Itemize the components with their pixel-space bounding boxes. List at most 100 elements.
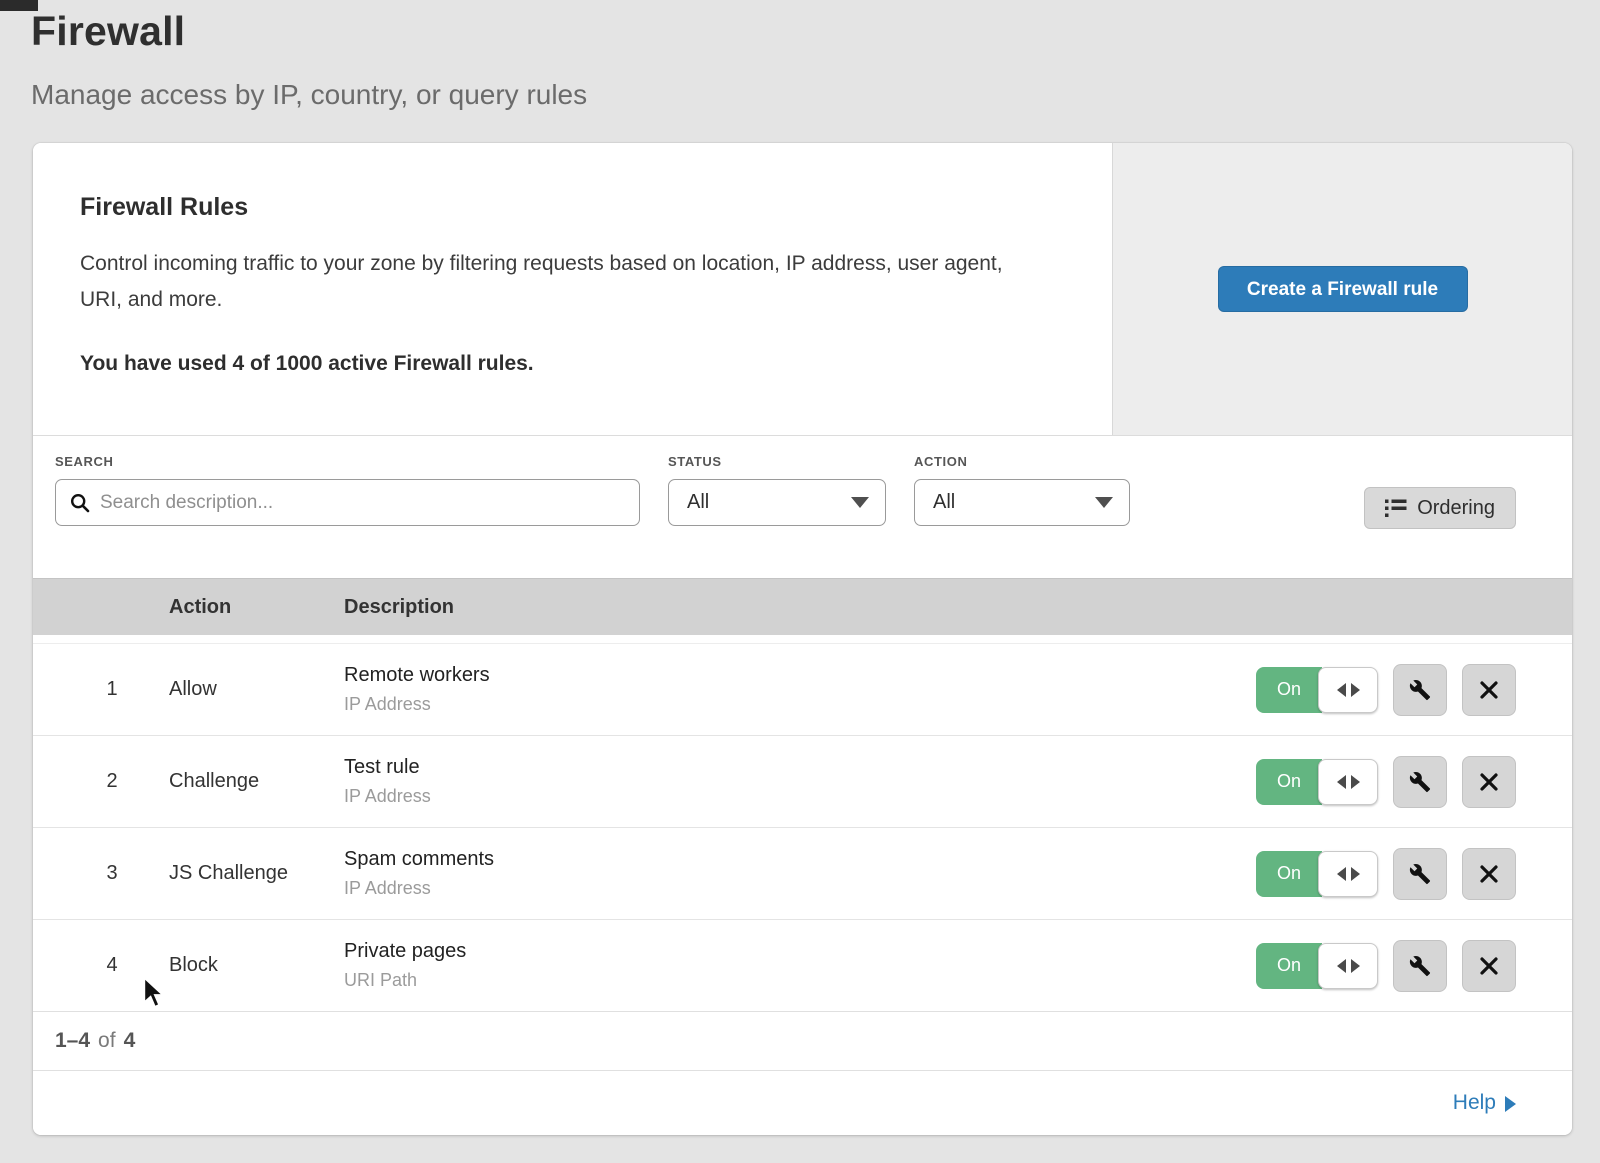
edit-rule-button[interactable] bbox=[1393, 848, 1447, 900]
toggle-knob[interactable] bbox=[1318, 759, 1378, 805]
rule-enabled-toggle[interactable]: On bbox=[1256, 759, 1378, 805]
arrow-left-icon bbox=[1337, 683, 1346, 697]
pagination-of-label: of bbox=[98, 1029, 116, 1053]
close-icon bbox=[1479, 956, 1499, 976]
chevron-down-icon bbox=[1095, 497, 1113, 508]
pagination-range: 1–4 bbox=[55, 1029, 90, 1053]
search-input[interactable] bbox=[100, 492, 625, 514]
chevron-down-icon bbox=[851, 497, 869, 508]
table-row: 2 Challenge Test rule IP Address On bbox=[33, 735, 1572, 827]
status-filter-group: STATUS All bbox=[654, 454, 886, 526]
delete-rule-button[interactable] bbox=[1462, 664, 1516, 716]
toggle-state-label: On bbox=[1256, 943, 1322, 989]
rule-description: Remote workers bbox=[344, 664, 1256, 687]
status-select[interactable]: All bbox=[668, 479, 886, 526]
rule-priority: 1 bbox=[55, 678, 169, 701]
help-link[interactable]: Help bbox=[1453, 1091, 1516, 1115]
toggle-knob[interactable] bbox=[1318, 667, 1378, 713]
rule-enabled-toggle[interactable]: On bbox=[1256, 667, 1378, 713]
table-row: 3 JS Challenge Spam comments IP Address … bbox=[33, 827, 1572, 919]
wrench-icon bbox=[1409, 679, 1431, 701]
rule-description: Spam comments bbox=[344, 848, 1256, 871]
ordering-button[interactable]: Ordering bbox=[1364, 487, 1516, 529]
card-title: Firewall Rules bbox=[80, 193, 1052, 222]
status-select-value: All bbox=[687, 491, 709, 514]
rule-description-cell: Private pages URI Path bbox=[344, 940, 1256, 991]
filters-bar: SEARCH STATUS All ACTION All bbox=[33, 436, 1572, 578]
rule-priority: 2 bbox=[55, 770, 169, 793]
rule-controls: On bbox=[1256, 664, 1516, 716]
search-icon bbox=[70, 493, 90, 513]
arrow-left-icon bbox=[1337, 775, 1346, 789]
toggle-knob[interactable] bbox=[1318, 851, 1378, 897]
page-title: Firewall bbox=[31, 8, 587, 55]
search-label: SEARCH bbox=[55, 454, 640, 469]
toggle-knob[interactable] bbox=[1318, 943, 1378, 989]
table-body: 1 Allow Remote workers IP Address On bbox=[33, 635, 1572, 1011]
rule-description-cell: Spam comments IP Address bbox=[344, 848, 1256, 899]
rule-action: JS Challenge bbox=[169, 862, 344, 885]
close-icon bbox=[1479, 772, 1499, 792]
arrow-left-icon bbox=[1337, 959, 1346, 973]
rule-action: Block bbox=[169, 954, 344, 977]
rule-match-type: IP Address bbox=[344, 694, 1256, 715]
action-select[interactable]: All bbox=[914, 479, 1130, 526]
pagination: 1–4 of 4 bbox=[33, 1011, 1572, 1070]
toggle-state-label: On bbox=[1256, 851, 1322, 897]
pagination-total: 4 bbox=[124, 1029, 136, 1053]
delete-rule-button[interactable] bbox=[1462, 848, 1516, 900]
table-header: Action Description bbox=[33, 578, 1572, 635]
table-row: 1 Allow Remote workers IP Address On bbox=[33, 643, 1572, 735]
close-icon bbox=[1479, 864, 1499, 884]
table-row: 4 Block Private pages URI Path On bbox=[33, 919, 1572, 1011]
rule-match-type: IP Address bbox=[344, 878, 1256, 899]
search-box[interactable] bbox=[55, 479, 640, 526]
toggle-state-label: On bbox=[1256, 759, 1322, 805]
arrow-right-icon bbox=[1351, 775, 1360, 789]
arrow-right-icon bbox=[1351, 683, 1360, 697]
rule-description-cell: Remote workers IP Address bbox=[344, 664, 1256, 715]
delete-rule-button[interactable] bbox=[1462, 940, 1516, 992]
help-link-label: Help bbox=[1453, 1091, 1496, 1115]
rule-controls: On bbox=[1256, 756, 1516, 808]
wrench-icon bbox=[1409, 955, 1431, 977]
rule-match-type: URI Path bbox=[344, 970, 1256, 991]
rule-match-type: IP Address bbox=[344, 786, 1256, 807]
arrow-right-icon bbox=[1505, 1096, 1516, 1112]
page-header: Firewall Manage access by IP, country, o… bbox=[31, 8, 587, 111]
rule-enabled-toggle[interactable]: On bbox=[1256, 851, 1378, 897]
action-filter-group: ACTION All bbox=[900, 454, 1130, 526]
rule-enabled-toggle[interactable]: On bbox=[1256, 943, 1378, 989]
rule-description: Private pages bbox=[344, 940, 1256, 963]
card-header-section: Firewall Rules Control incoming traffic … bbox=[33, 143, 1572, 436]
delete-rule-button[interactable] bbox=[1462, 756, 1516, 808]
wrench-icon bbox=[1409, 863, 1431, 885]
create-firewall-rule-button[interactable]: Create a Firewall rule bbox=[1218, 266, 1468, 312]
wrench-icon bbox=[1409, 771, 1431, 793]
edit-rule-button[interactable] bbox=[1393, 664, 1447, 716]
rule-priority: 3 bbox=[55, 862, 169, 885]
card-header-action-panel: Create a Firewall rule bbox=[1112, 143, 1572, 435]
rule-description-cell: Test rule IP Address bbox=[344, 756, 1256, 807]
ordering-button-label: Ordering bbox=[1417, 497, 1495, 520]
column-description: Description bbox=[344, 596, 1572, 619]
edit-rule-button[interactable] bbox=[1393, 940, 1447, 992]
rule-controls: On bbox=[1256, 940, 1516, 992]
status-label: STATUS bbox=[668, 454, 886, 469]
search-filter-group: SEARCH bbox=[55, 454, 640, 526]
action-select-value: All bbox=[933, 491, 955, 514]
firewall-rules-card: Firewall Rules Control incoming traffic … bbox=[33, 143, 1572, 1135]
rule-priority: 4 bbox=[55, 954, 169, 977]
close-icon bbox=[1479, 680, 1499, 700]
rule-description: Test rule bbox=[344, 756, 1256, 779]
arrow-right-icon bbox=[1351, 959, 1360, 973]
card-header-text: Firewall Rules Control incoming traffic … bbox=[33, 143, 1112, 435]
card-description: Control incoming traffic to your zone by… bbox=[80, 246, 1030, 318]
rules-usage-text: You have used 4 of 1000 active Firewall … bbox=[80, 352, 1052, 376]
column-action: Action bbox=[169, 596, 344, 619]
toggle-state-label: On bbox=[1256, 667, 1322, 713]
card-footer: Help bbox=[33, 1070, 1572, 1135]
rule-controls: On bbox=[1256, 848, 1516, 900]
edit-rule-button[interactable] bbox=[1393, 756, 1447, 808]
arrow-left-icon bbox=[1337, 867, 1346, 881]
